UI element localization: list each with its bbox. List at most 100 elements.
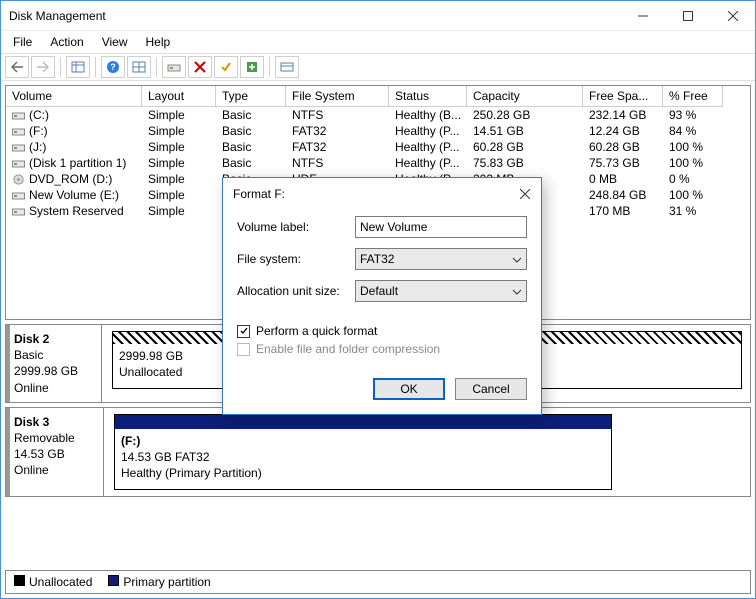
column-status[interactable]: Status [389,86,467,107]
quick-format-checkbox[interactable]: Perform a quick format [237,324,527,338]
legend-primary: Primary partition [108,575,210,589]
checkmark-icon [239,326,249,336]
file-system-label: File system: [237,252,355,266]
disk-2-state: Online [14,380,93,396]
menu-action[interactable]: Action [42,33,91,51]
list-button[interactable] [275,56,299,78]
cell-status: Healthy (P... [389,123,467,139]
dialog-close-button[interactable] [513,184,537,204]
table-row[interactable]: (C:)SimpleBasicNTFSHealthy (B...250.28 G… [6,107,750,123]
grid-icon [132,61,146,73]
minimize-icon [638,11,648,21]
column-filesystem[interactable]: File System [286,86,389,107]
format-dialog: Format F: Volume label: File system: FAT… [222,177,542,415]
allocation-size-value: Default [360,284,398,298]
cell-volume: System Reserved [29,204,124,218]
cell-type: Basic [216,155,286,171]
menu-view[interactable]: View [94,33,136,51]
checkbox-box [237,343,250,356]
list-icon [280,62,294,72]
disk-3-partition[interactable]: (F:) 14.53 GB FAT32 Healthy (Primary Par… [114,414,612,491]
allocation-size-select[interactable]: Default [355,280,527,302]
cell-layout: Simple [142,139,216,155]
cell-layout: Simple [142,107,216,123]
column-pctfree[interactable]: % Free [663,86,723,107]
arrow-left-icon [10,61,24,73]
table-row[interactable]: (F:)SimpleBasicFAT32Healthy (P...14.51 G… [6,123,750,139]
check-button[interactable] [214,56,238,78]
file-system-value: FAT32 [360,252,394,266]
disk-3-size: 14.53 GB [14,446,95,462]
cell-pct: 31 % [663,203,723,219]
disk-3-kind: Removable [14,430,95,446]
disk-3-map: (F:) 14.53 GB FAT32 Healthy (Primary Par… [104,408,750,497]
cell-volume: New Volume (E:) [29,188,119,202]
forward-button[interactable] [31,56,55,78]
drive-icon [12,206,25,217]
cell-type: Basic [216,107,286,123]
drive-icon [12,190,25,201]
cell-volume: (C:) [29,108,49,122]
compression-checkbox: Enable file and folder compression [237,342,527,356]
disk-3-info: Disk 3 Removable 14.53 GB Online [6,408,104,497]
cancel-button[interactable]: Cancel [455,378,527,400]
column-capacity[interactable]: Capacity [467,86,583,107]
plus-box-icon [246,61,258,73]
chevron-down-icon [512,284,522,298]
table-header-row: Volume Layout Type File System Status Ca… [6,86,750,107]
cell-filesystem: NTFS [286,155,389,171]
drive-icon [12,142,25,153]
drive-icon [12,110,25,121]
back-button[interactable] [5,56,29,78]
layout-button[interactable] [127,56,151,78]
disk-3-part-name: (F:) [121,433,605,449]
cell-free: 170 MB [583,203,663,219]
disk-2-kind: Basic [14,347,93,363]
column-type[interactable]: Type [216,86,286,107]
allocation-size-label: Allocation unit size: [237,284,355,298]
column-freespace[interactable]: Free Spa... [583,86,663,107]
cell-status: Healthy (P... [389,139,467,155]
cell-layout: Simple [142,155,216,171]
cell-free: 60.28 GB [583,139,663,155]
cell-free: 0 MB [583,171,663,187]
cell-filesystem: FAT32 [286,123,389,139]
disk-3-panel[interactable]: Disk 3 Removable 14.53 GB Online (F:) 14… [5,407,751,498]
delete-button[interactable] [188,56,212,78]
cell-status: Healthy (P... [389,155,467,171]
file-system-select[interactable]: FAT32 [355,248,527,270]
menu-help[interactable]: Help [138,33,179,51]
maximize-button[interactable] [665,1,710,30]
menu-bar: File Action View Help [1,31,755,53]
properties-button[interactable] [66,56,90,78]
cell-layout: Simple [142,203,216,219]
disk-3-state: Online [14,462,95,478]
disk-2-info: Disk 2 Basic 2999.98 GB Online [6,325,102,402]
title-bar: Disk Management [1,1,755,31]
search-button[interactable] [162,56,186,78]
menu-file[interactable]: File [5,33,40,51]
table-row[interactable]: (Disk 1 partition 1)SimpleBasicNTFSHealt… [6,155,750,171]
table-icon [71,61,85,73]
refresh-button[interactable] [240,56,264,78]
swatch-blue-icon [108,575,119,586]
window-title: Disk Management [9,9,620,23]
close-icon [728,11,738,21]
volume-label-input[interactable] [355,216,527,238]
legend-bar: Unallocated Primary partition [5,570,751,594]
help-button[interactable]: ? [101,56,125,78]
close-button[interactable] [710,1,755,30]
cell-capacity: 60.28 GB [467,139,583,155]
cell-filesystem: NTFS [286,107,389,123]
cell-volume: (F:) [29,124,48,138]
column-volume[interactable]: Volume [6,86,142,107]
dialog-title-bar: Format F: [223,178,541,210]
table-row[interactable]: (J:)SimpleBasicFAT32Healthy (P...60.28 G… [6,139,750,155]
minimize-button[interactable] [620,1,665,30]
svg-text:?: ? [110,62,116,72]
drive-icon [12,158,25,169]
column-layout[interactable]: Layout [142,86,216,107]
ok-button[interactable]: OK [373,378,445,400]
check-icon [220,61,232,73]
compression-label: Enable file and folder compression [256,342,440,356]
